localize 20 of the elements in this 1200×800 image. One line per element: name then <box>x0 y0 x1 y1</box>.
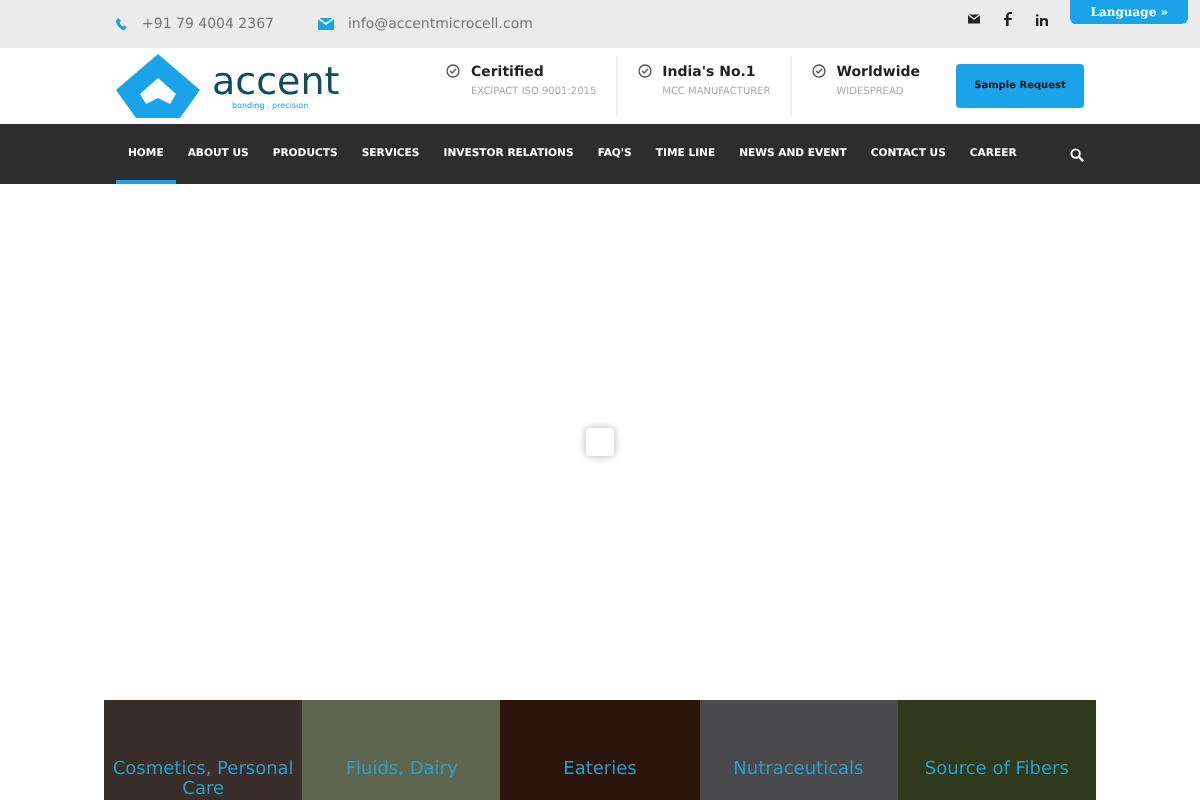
category-label: Eateries <box>563 760 637 784</box>
mail-icon <box>317 18 334 30</box>
category-label: Nutraceuticals <box>733 760 864 784</box>
check-circle-icon <box>638 64 653 78</box>
check-circle-icon <box>446 64 461 78</box>
loading-spinner <box>586 428 614 456</box>
logo-icon <box>116 54 200 118</box>
facebook-icon[interactable] <box>1004 12 1012 26</box>
category-tile[interactable]: Eateries <box>500 700 700 800</box>
category-label: Source of Fibers <box>924 760 1069 784</box>
category-label: Cosmetics, Personal Care <box>110 760 296 800</box>
check-circle-icon <box>812 64 827 78</box>
mail-icon[interactable] <box>968 14 980 24</box>
linkedin-icon[interactable] <box>1036 13 1048 25</box>
search-icon[interactable] <box>1070 147 1084 161</box>
category-label: Fluids, Dairy <box>345 760 458 784</box>
logo-wordmark: accent <box>212 63 340 99</box>
phone-icon <box>116 18 128 30</box>
category-tile[interactable]: Source of Fibers <box>897 700 1097 800</box>
category-tile[interactable]: Cosmetics, Personal Care <box>104 700 303 800</box>
